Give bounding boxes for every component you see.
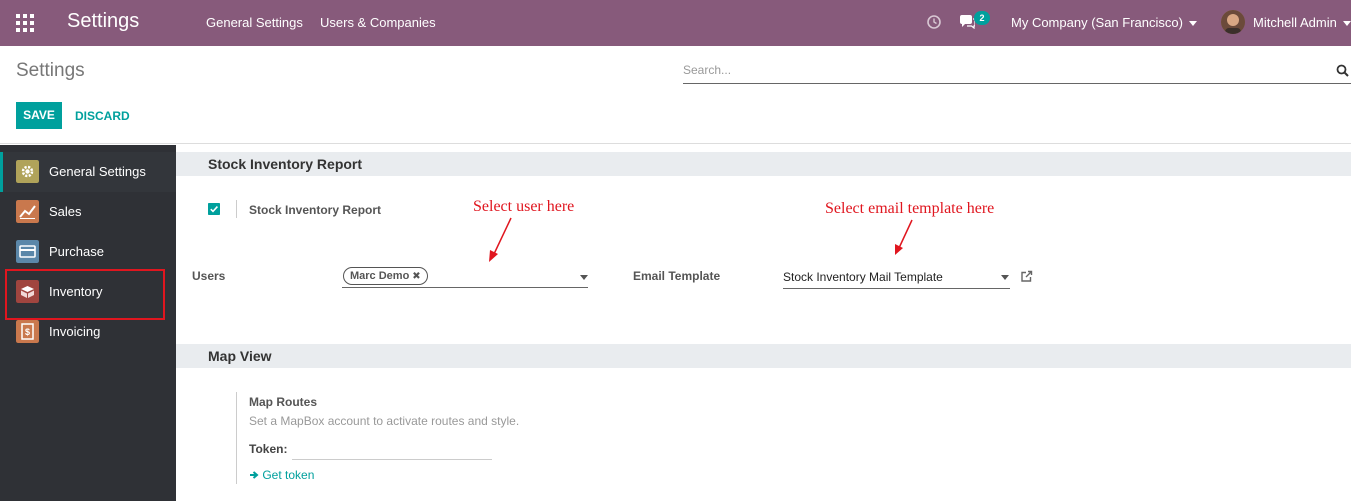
menu-users-companies[interactable]: Users & Companies bbox=[320, 15, 436, 30]
app-brand: Settings bbox=[67, 10, 140, 32]
section-stock-inventory-report: Stock Inventory Report bbox=[176, 152, 1351, 176]
svg-text:$: $ bbox=[25, 327, 30, 337]
avatar[interactable] bbox=[1221, 10, 1245, 34]
users-label: Users bbox=[192, 269, 226, 283]
company-switcher[interactable]: My Company (San Francisco) bbox=[1011, 15, 1197, 30]
top-navbar: Settings General Settings Users & Compan… bbox=[0, 0, 1351, 46]
map-routes-title: Map Routes bbox=[249, 395, 318, 409]
search-icon[interactable] bbox=[1336, 64, 1349, 77]
email-template-dropdown-icon[interactable] bbox=[1001, 275, 1009, 280]
annotation-arrow-user bbox=[489, 217, 512, 262]
get-token-label: Get token bbox=[262, 468, 315, 482]
credit-card-icon bbox=[16, 240, 39, 263]
section-title: Map View bbox=[208, 348, 272, 364]
annotation-arrow-template bbox=[895, 219, 913, 255]
user-tag-label: Marc Demo bbox=[350, 270, 410, 282]
sidebar-item-sales[interactable]: Sales bbox=[0, 192, 176, 232]
chat-count-badge: 2 bbox=[974, 11, 990, 25]
token-label: Token: bbox=[249, 442, 288, 456]
sidebar-item-general-settings[interactable]: General Settings bbox=[0, 152, 176, 192]
annotation-select-user: Select user here bbox=[473, 198, 575, 215]
section-map-view: Map View bbox=[176, 344, 1351, 368]
company-name: My Company (San Francisco) bbox=[1011, 15, 1183, 30]
sidebar-item-purchase[interactable]: Purchase bbox=[0, 232, 176, 272]
user-menu[interactable]: Mitchell Admin bbox=[1253, 15, 1351, 30]
users-field[interactable] bbox=[342, 287, 588, 288]
divider bbox=[236, 200, 237, 218]
user-name: Mitchell Admin bbox=[1253, 15, 1337, 30]
remove-tag-icon[interactable]: ✖ bbox=[412, 271, 420, 282]
control-panel: Settings SAVE DISCARD bbox=[0, 46, 1351, 144]
map-routes-description: Set a MapBox account to activate routes … bbox=[249, 414, 520, 428]
annotation-select-template: Select email template here bbox=[825, 200, 995, 217]
stock-report-label: Stock Inventory Report bbox=[249, 203, 382, 217]
user-tag: Marc Demo ✖ bbox=[343, 267, 428, 285]
clock-icon[interactable] bbox=[926, 14, 942, 30]
chevron-down-icon bbox=[1188, 21, 1197, 27]
sidebar-item-label: General Settings bbox=[49, 164, 146, 179]
settings-sidebar: General Settings Sales Purchase Inventor… bbox=[0, 145, 176, 501]
chevron-down-icon bbox=[1342, 21, 1351, 27]
token-input[interactable] bbox=[292, 440, 492, 460]
email-template-label: Email Template bbox=[633, 269, 721, 283]
save-button[interactable]: SAVE bbox=[16, 102, 62, 129]
email-template-select[interactable]: Stock Inventory Mail Template bbox=[783, 270, 943, 284]
sidebar-item-label: Purchase bbox=[49, 244, 104, 259]
inventory-highlight-box bbox=[5, 269, 165, 320]
divider bbox=[236, 392, 237, 484]
sidebar-item-label: Invoicing bbox=[49, 324, 101, 339]
discard-button[interactable]: DISCARD bbox=[75, 109, 130, 123]
search-input[interactable] bbox=[683, 61, 1323, 77]
email-template-field[interactable] bbox=[783, 288, 1010, 289]
section-title: Stock Inventory Report bbox=[208, 156, 363, 172]
chart-icon bbox=[16, 200, 39, 223]
menu-general-settings[interactable]: General Settings bbox=[206, 15, 303, 30]
users-dropdown-icon[interactable] bbox=[580, 275, 588, 280]
search-bar bbox=[683, 61, 1351, 84]
arrow-right-icon bbox=[250, 471, 259, 479]
chat-icon[interactable] bbox=[959, 15, 975, 29]
page-title: Settings bbox=[16, 60, 85, 81]
invoice-icon: $ bbox=[16, 320, 39, 343]
stock-report-checkbox[interactable] bbox=[208, 203, 220, 215]
sidebar-item-label: Sales bbox=[49, 204, 82, 219]
get-token-link[interactable]: Get token bbox=[249, 468, 314, 482]
gear-icon bbox=[16, 160, 39, 183]
apps-grid-icon[interactable] bbox=[16, 14, 34, 32]
user-avatar-icon bbox=[1221, 10, 1245, 34]
external-link-icon[interactable] bbox=[1020, 270, 1033, 283]
